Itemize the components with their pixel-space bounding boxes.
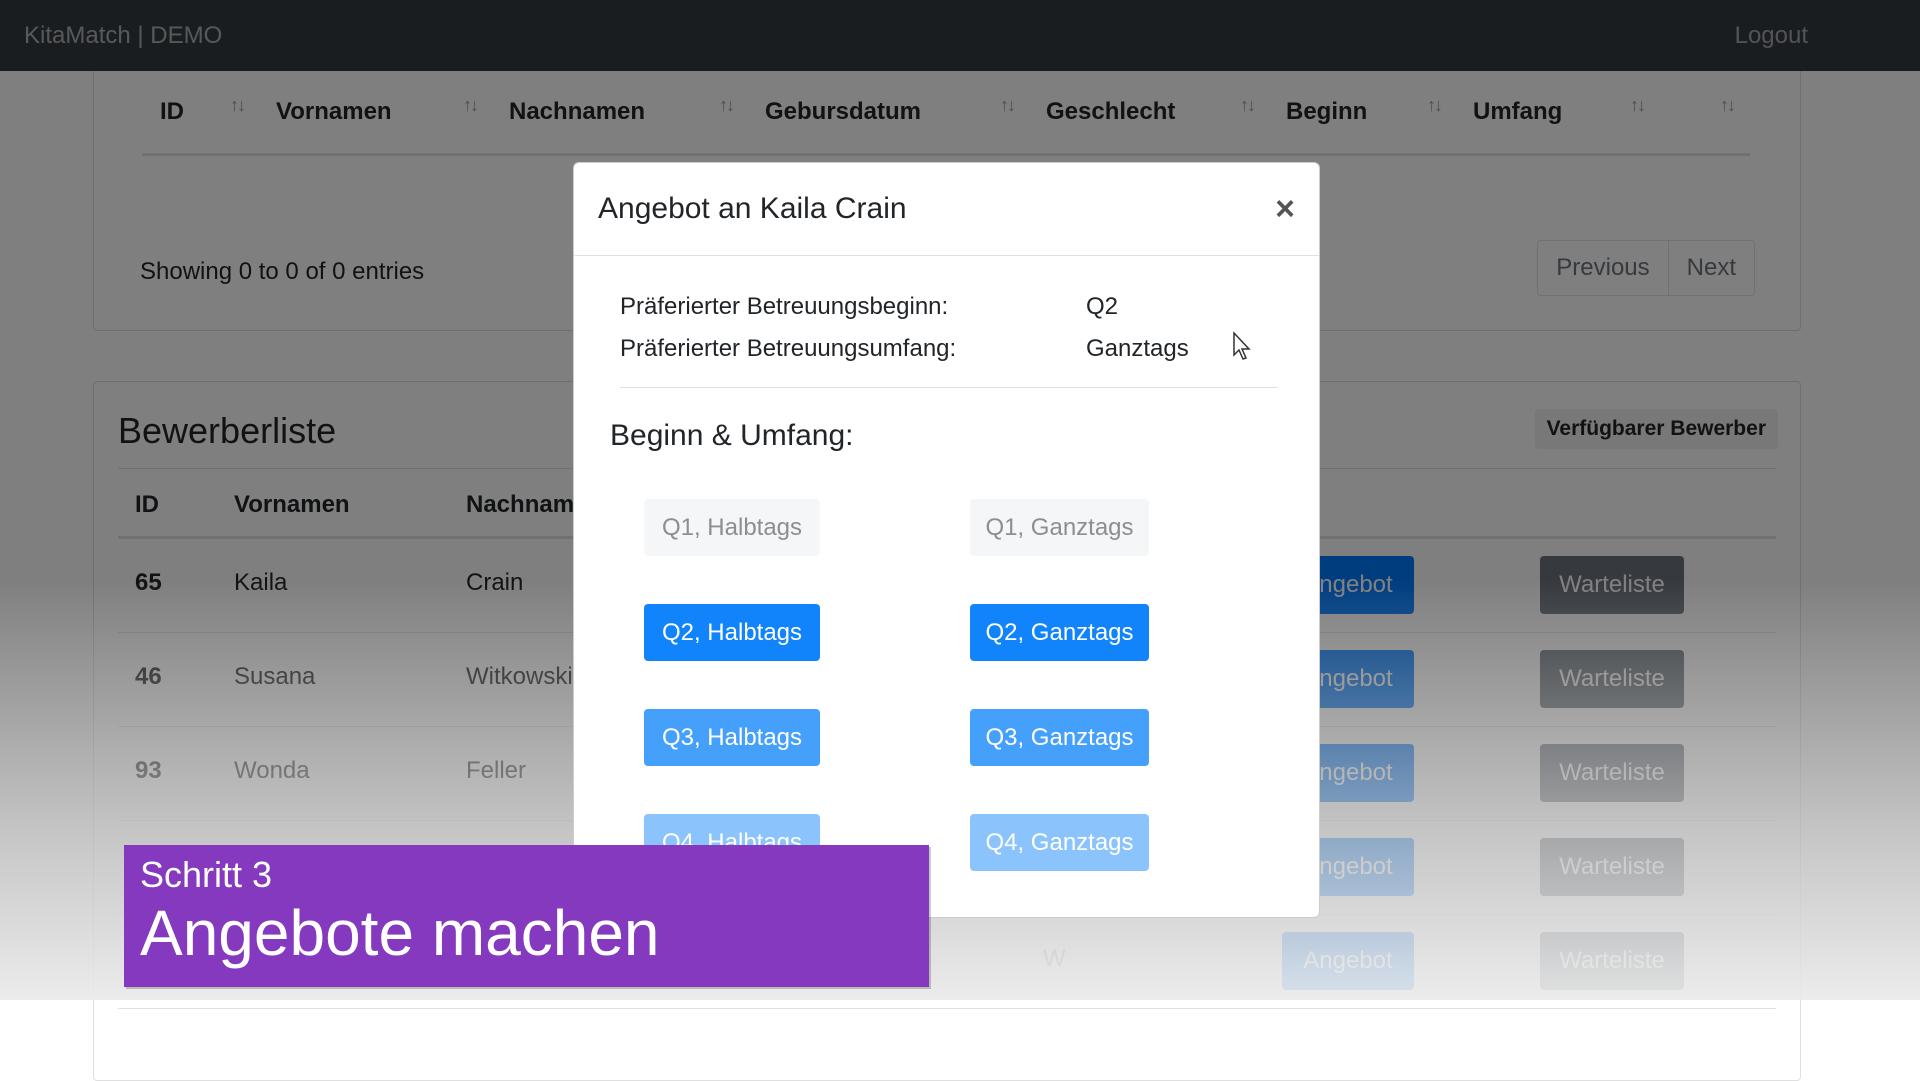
preferred-begin-row: Präferierter Betreuungsbeginn: Q2 bbox=[620, 293, 1280, 335]
step-caption-banner: Schritt 3 Angebote machen bbox=[124, 845, 929, 987]
option-q3-halbtags-button[interactable]: Q3, Halbtags bbox=[644, 709, 820, 766]
offer-modal: Angebot an Kaila Crain × Präferierter Be… bbox=[573, 162, 1320, 918]
step-headline: Angebote machen bbox=[140, 897, 660, 969]
preferred-scope-label: Präferierter Betreuungsumfang: bbox=[620, 335, 957, 362]
option-q1-ganztags-button[interactable]: Q1, Ganztags bbox=[970, 499, 1149, 556]
option-q1-halbtags-button[interactable]: Q1, Halbtags bbox=[644, 499, 820, 556]
preferred-begin-value: Q2 bbox=[1086, 293, 1119, 320]
modal-header: Angebot an Kaila Crain × bbox=[574, 163, 1319, 256]
divider bbox=[620, 387, 1278, 388]
option-q3-ganztags-button[interactable]: Q3, Ganztags bbox=[970, 709, 1149, 766]
preferred-begin-label: Präferierter Betreuungsbeginn: bbox=[620, 293, 949, 320]
modal-title: Angebot an Kaila Crain bbox=[598, 192, 907, 225]
option-q2-halbtags-button[interactable]: Q2, Halbtags bbox=[644, 604, 820, 661]
mouse-cursor-icon bbox=[1233, 331, 1251, 360]
option-q2-ganztags-button[interactable]: Q2, Ganztags bbox=[970, 604, 1149, 661]
option-q4-ganztags-button[interactable]: Q4, Ganztags bbox=[970, 814, 1149, 871]
preference-summary: Präferierter Betreuungsbeginn: Q2 Präfer… bbox=[620, 293, 1280, 377]
preferred-scope-row: Präferierter Betreuungsumfang: Ganztags bbox=[620, 335, 1280, 377]
close-icon[interactable]: × bbox=[1275, 192, 1295, 226]
preferred-scope-value: Ganztags bbox=[1086, 335, 1189, 362]
section-title: Beginn & Umfang: bbox=[610, 419, 854, 452]
step-label: Schritt 3 bbox=[140, 854, 273, 895]
